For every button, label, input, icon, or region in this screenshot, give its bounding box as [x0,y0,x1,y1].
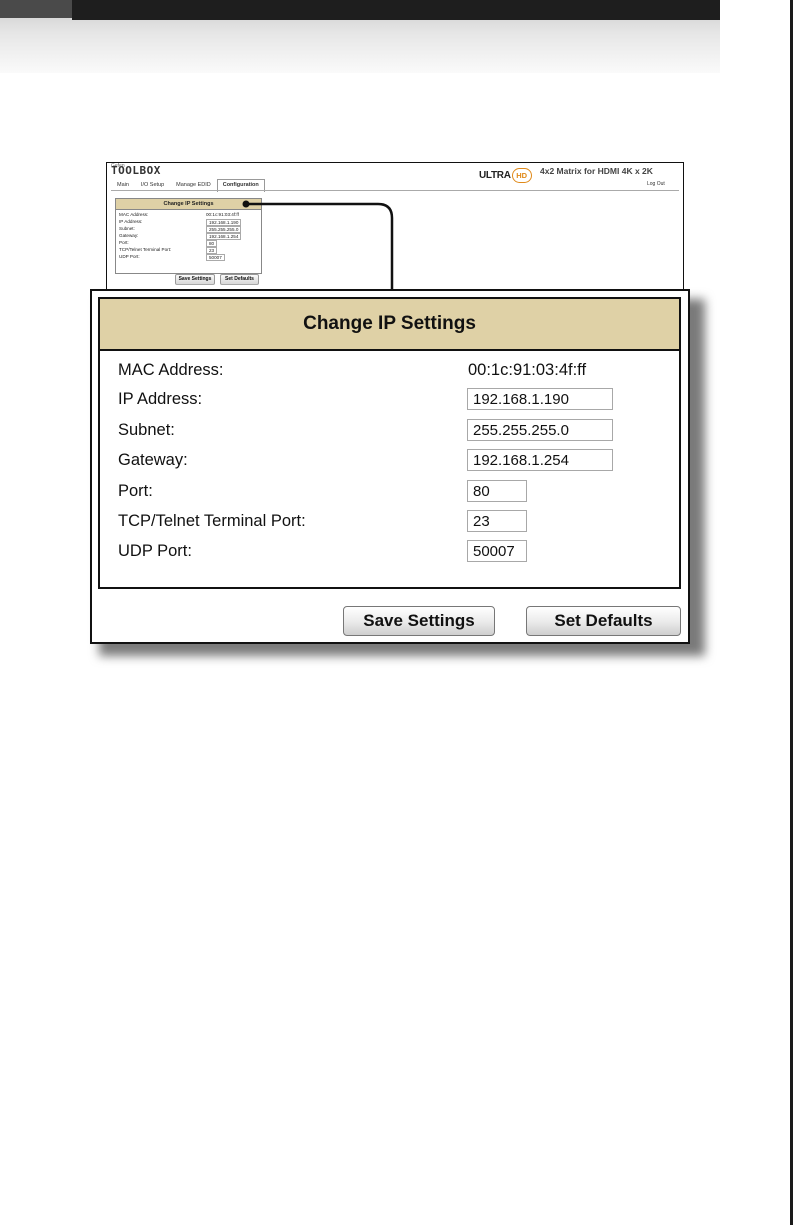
mini-row-telnet: TCP/Telnet Terminal Port: 23 [119,247,259,254]
port-label: Port: [118,482,153,500]
page-header-bar [72,0,720,20]
tab-divider [111,190,679,191]
page-header-tab [0,0,72,18]
ip-settings-detail: Change IP Settings MAC Address: 00:1c:91… [90,289,690,644]
port-row: Port: [118,480,678,504]
mini-telnet-input[interactable]: 23 [206,247,218,254]
hd-badge-icon: HD [511,168,532,183]
udp-port-row: UDP Port: [118,540,678,564]
mini-row-mac: MAC Address: 00:1c:91:03:4f:ff [119,212,259,219]
mini-row-udp: UDP Port: 50007 [119,254,259,261]
gateway-input[interactable] [467,449,613,471]
mac-address-value: 00:1c:91:03:4f:ff [468,361,587,379]
mini-row-gateway: Gateway: 192.168.1.254 [119,233,259,240]
mini-value: 00:1c:91:03:4f:ff [206,212,239,217]
mini-ip-input[interactable]: 192.168.1.190 [206,219,242,226]
ultra-logo-text: ULTRA [479,170,511,181]
mini-label: Port: [119,240,129,245]
logout-link[interactable]: Log Out [647,181,665,187]
ultra-hd-logo: ULTRA HD [479,168,532,183]
mini-panel-title: Change IP Settings [116,199,261,210]
port-input[interactable] [467,480,527,502]
mini-label: Gateway: [119,233,139,238]
mac-address-label: MAC Address: [118,361,224,379]
gateway-label: Gateway: [118,451,188,469]
ip-settings-panel: Change IP Settings MAC Address: 00:1c:91… [98,297,681,589]
mini-label: UDP Port: [119,254,140,259]
mini-row-ip: IP Address: 192.168.1.190 [119,219,259,226]
mini-label: IP Address: [119,219,143,224]
ip-address-row: IP Address: [118,388,678,412]
telnet-port-label: TCP/Telnet Terminal Port: [118,512,306,530]
mini-row-subnet: Subnet: 255.255.255.0 [119,226,259,233]
mini-gateway-input[interactable]: 192.168.1.254 [206,233,242,240]
panel-title: Change IP Settings [100,299,679,351]
mini-label: Subnet: [119,226,135,231]
gateway-row: Gateway: [118,449,678,473]
ip-address-input[interactable] [467,388,613,410]
subnet-label: Subnet: [118,421,175,439]
toolbox-logo: TOOLBOX [111,164,161,177]
subnet-row: Subnet: [118,419,678,443]
mini-subnet-input[interactable]: 255.255.255.0 [206,226,242,233]
subnet-input[interactable] [467,419,613,441]
mac-address-row: MAC Address: 00:1c:91:03:4f:ff [118,359,678,383]
telnet-port-row: TCP/Telnet Terminal Port: [118,510,678,534]
mini-label: MAC Address: [119,212,149,217]
set-defaults-button[interactable]: Set Defaults [526,606,681,636]
mini-ip-settings-panel: Change IP Settings MAC Address: 00:1c:91:… [115,198,262,274]
toolbox-screenshot: Gefen TOOLBOX Main I/O Setup Manage EDID… [106,162,684,294]
mini-port-input[interactable]: 80 [206,240,218,247]
product-title: 4x2 Matrix for HDMI 4K x 2K [540,166,653,176]
mini-label: TCP/Telnet Terminal Port: [119,247,172,252]
udp-port-input[interactable] [467,540,527,562]
ip-address-label: IP Address: [118,390,203,408]
telnet-port-input[interactable] [467,510,527,532]
mini-udp-input[interactable]: 50007 [206,254,225,261]
mini-row-port: Port: 80 [119,240,259,247]
save-settings-button[interactable]: Save Settings [343,606,495,636]
udp-port-label: UDP Port: [118,542,192,560]
